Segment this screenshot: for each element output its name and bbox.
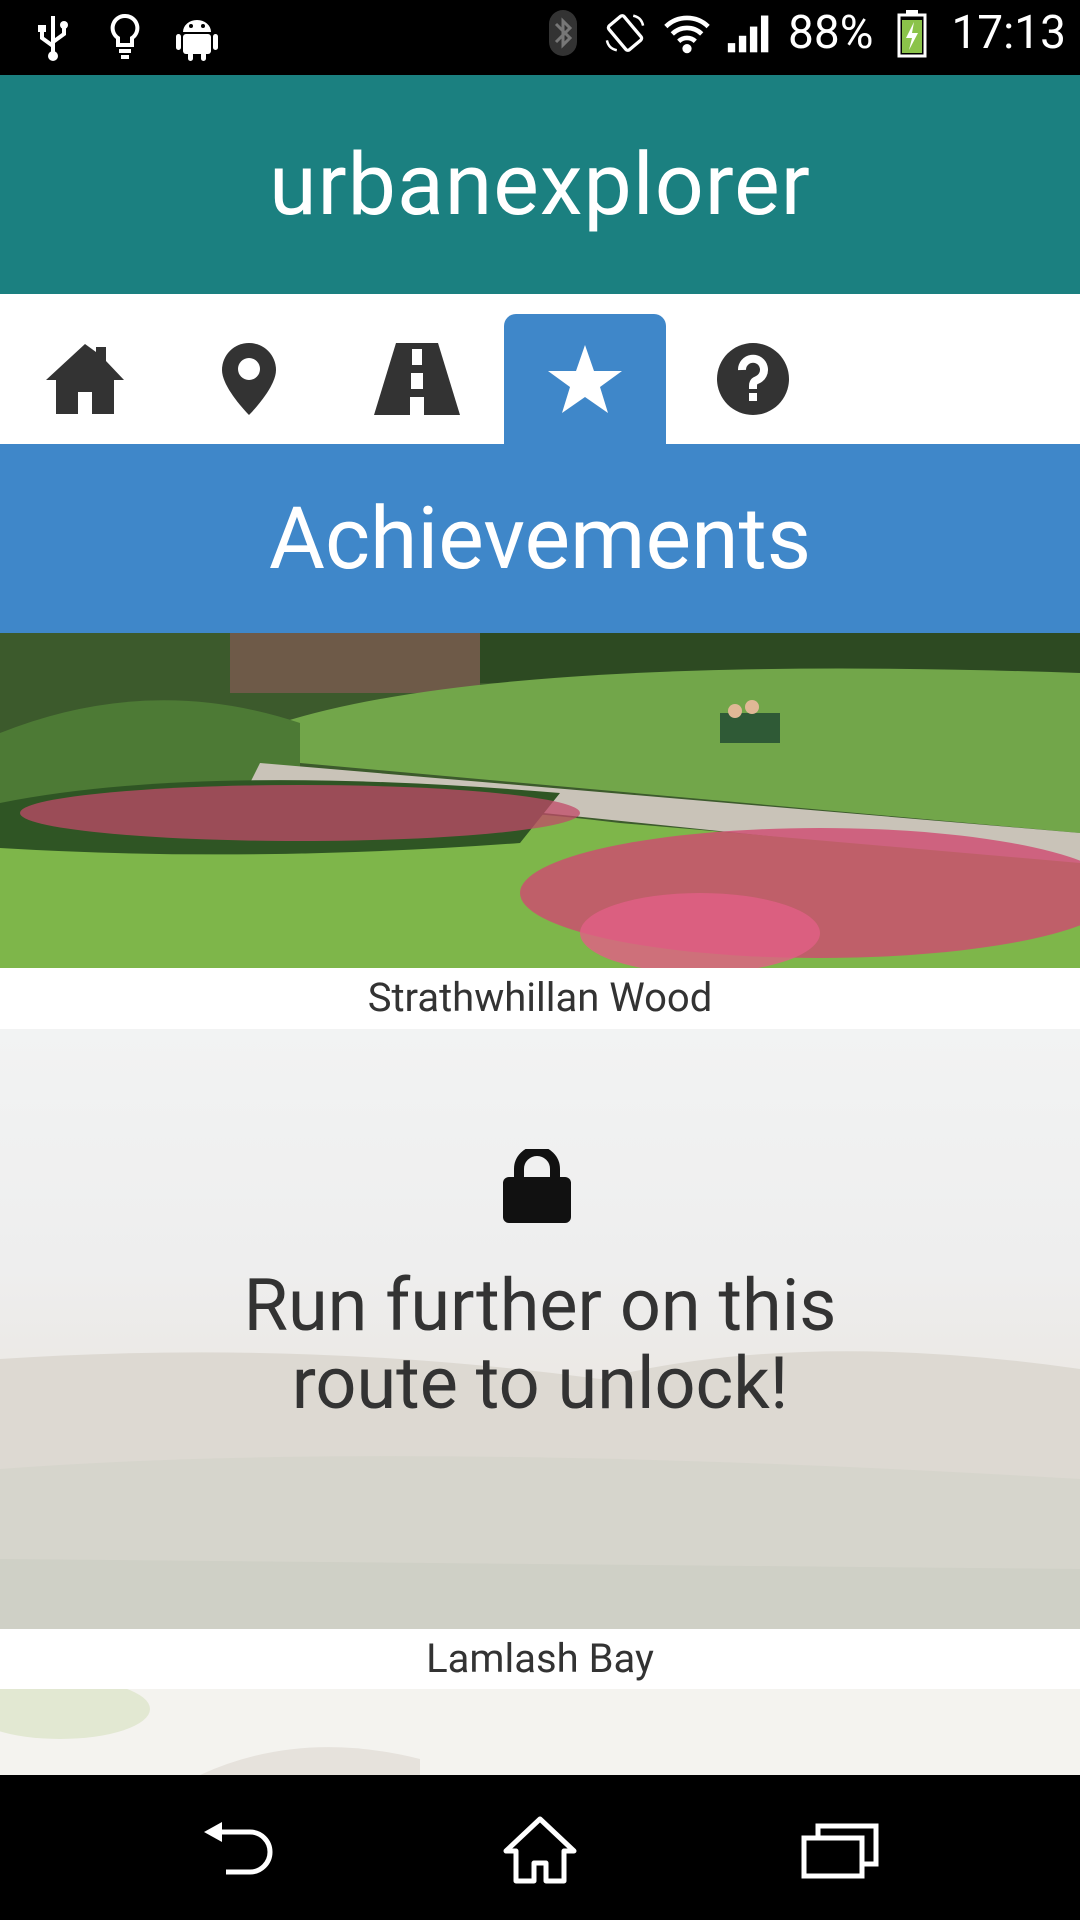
recents-icon (801, 1823, 879, 1879)
garden-photo (0, 633, 1080, 968)
home-outline-icon (503, 1816, 577, 1884)
system-nav-bar (0, 1775, 1080, 1920)
app-title: urbanexplorer (269, 134, 811, 235)
nav-home-button[interactable] (490, 1815, 590, 1885)
android-icon (174, 12, 220, 62)
tab-achievements[interactable] (504, 314, 666, 444)
clock: 17:13 (951, 6, 1066, 60)
tab-home[interactable] (4, 314, 166, 444)
bluetooth-icon (540, 8, 586, 58)
status-bar: 88% 17:13 (0, 0, 1080, 75)
section-header: Achievements (0, 444, 1080, 633)
nav-recents-button[interactable] (790, 1815, 890, 1885)
tab-bar (0, 294, 1080, 444)
section-title: Achievements (268, 488, 812, 589)
unlock-message: Run further on this route to unlock! (243, 1263, 837, 1426)
wifi-icon (664, 8, 710, 58)
battery-percent: 88% (788, 6, 874, 60)
back-icon (204, 1822, 273, 1875)
achievement-caption: Lamlash Bay (0, 1629, 1080, 1689)
achievement-caption: Strathwhillan Wood (0, 968, 1080, 1028)
nav-back-button[interactable] (190, 1815, 290, 1885)
rotate-icon (602, 8, 648, 58)
lock-icon (503, 1149, 571, 1223)
tab-routes[interactable] (336, 314, 498, 444)
battery-charging-icon (889, 8, 935, 58)
road-icon (374, 343, 460, 415)
star-icon (548, 345, 622, 413)
locked-achievement[interactable]: Run further on this route to unlock! (0, 1029, 1080, 1629)
achievement-image[interactable] (0, 633, 1080, 968)
achievement-image[interactable] (0, 1689, 1080, 1775)
lightbulb-icon (102, 12, 148, 62)
tab-map[interactable] (168, 314, 330, 444)
tab-help[interactable] (672, 314, 834, 444)
help-icon (717, 343, 789, 415)
faded-photo (0, 1689, 1080, 1775)
app-bar: urbanexplorer (0, 75, 1080, 294)
usb-icon (30, 12, 76, 62)
signal-icon (726, 8, 772, 58)
home-icon (46, 344, 124, 414)
map-pin-icon (222, 343, 276, 415)
